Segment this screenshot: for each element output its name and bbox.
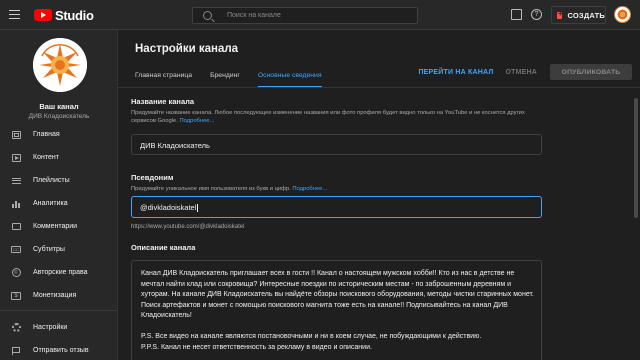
handle-description-text: Придумайте уникальное имя пользователя и… xyxy=(131,186,293,192)
tab-home-page[interactable]: Главная страница xyxy=(135,68,192,88)
settings-form: Название канала Придумайте название кана… xyxy=(118,88,640,360)
channel-name-more-link[interactable]: Подробнее... xyxy=(179,118,214,124)
create-label: СОЗДАТЬ xyxy=(567,10,605,20)
sidebar-item-copyright[interactable]: © Авторские права xyxy=(0,261,118,284)
sidebar-item-label: Плейлисты xyxy=(33,177,70,184)
search-input[interactable] xyxy=(227,12,407,19)
handle-more-link[interactable]: Подробнее... xyxy=(292,186,327,192)
sidebar-item-label: Настройки xyxy=(33,324,68,331)
channel-url[interactable]: https://www.youtube.com/@divkladoiskatel xyxy=(131,224,244,230)
sidebar-item-label: Отправить отзыв xyxy=(33,347,89,354)
search-box[interactable] xyxy=(192,7,418,24)
sidebar-item-subtitles[interactable]: CC Субтитры xyxy=(0,238,118,261)
scrollbar[interactable] xyxy=(634,98,638,218)
sidebar-item-label: Монетизация xyxy=(33,292,77,299)
report-feedback-icon[interactable] xyxy=(511,9,522,20)
logo-text: Studio xyxy=(55,7,94,23)
sidebar-item-send-feedback[interactable]: Отправить отзыв xyxy=(0,339,118,360)
dollar-glyph: $ xyxy=(11,291,21,300)
search-icon[interactable] xyxy=(203,11,212,20)
channel-avatar[interactable] xyxy=(33,38,87,92)
channel-name: ДИВ Кладоискатель xyxy=(28,113,90,120)
go-to-channel-button[interactable]: ПЕРЕЙТИ НА КАНАЛ xyxy=(418,69,493,76)
settings-tabs: Главная страница Брендинг Основные сведе… xyxy=(135,68,340,88)
cancel-button[interactable]: ОТМЕНА xyxy=(505,69,537,76)
content-icon xyxy=(11,153,21,162)
create-button[interactable]: СОЗДАТЬ xyxy=(551,6,606,24)
help-icon[interactable]: ? xyxy=(531,9,542,20)
description-field[interactable]: Канал ДИВ Кладоискатель приглашает всех … xyxy=(131,260,542,360)
copyright-glyph: © xyxy=(11,268,21,277)
your-channel-label: Ваш канал xyxy=(39,102,79,111)
send-feedback-icon xyxy=(11,346,21,355)
sidebar-divider xyxy=(0,310,118,311)
sidebar-item-label: Контент xyxy=(33,154,59,161)
dashboard-icon xyxy=(11,130,21,139)
sidebar-item-content[interactable]: Контент xyxy=(0,146,118,169)
sidebar-item-label: Авторские права xyxy=(33,269,88,276)
text-caret xyxy=(197,204,199,213)
header-actions: ПЕРЕЙТИ НА КАНАЛ ОТМЕНА ОПУБЛИКОВАТЬ xyxy=(418,62,640,82)
handle-description: Придумайте уникальное имя пользователя и… xyxy=(131,185,541,193)
publish-button[interactable]: ОПУБЛИКОВАТЬ xyxy=(550,64,632,80)
sidebar-item-dashboard[interactable]: Главная xyxy=(0,123,118,146)
tab-basic-info[interactable]: Основные сведения xyxy=(257,68,322,88)
top-bar: Studio ? СОЗДАТЬ xyxy=(0,0,640,30)
sidebar-item-monetization[interactable]: $ Монетизация xyxy=(0,284,118,307)
handle-value-wrapper[interactable]: @divkladoiskatel xyxy=(140,203,199,213)
copyright-icon: © xyxy=(11,268,21,277)
sidebar-item-comments[interactable]: Комментарии xyxy=(0,215,118,238)
channel-name-description: Придумайте название канала. Любое послед… xyxy=(131,109,541,125)
youtube-logo-icon xyxy=(34,9,52,21)
sidebar-nav: Главная Контент Плейлисты Аналитика Комм… xyxy=(0,123,118,360)
hamburger-menu-icon[interactable] xyxy=(9,10,20,19)
description-title: Описание канала xyxy=(131,243,196,252)
settings-icon xyxy=(11,323,21,332)
channel-name-title: Название канала xyxy=(131,97,195,106)
studio-logo[interactable]: Studio xyxy=(34,7,94,23)
settings-panel: Настройки канала Главная страница Бренди… xyxy=(118,30,640,360)
channel-name-value[interactable]: ДИВ Кладоискатель xyxy=(140,141,210,150)
channel-name-field[interactable]: ДИВ Кладоискатель xyxy=(131,134,542,155)
create-video-icon xyxy=(557,9,563,19)
sidebar-item-playlists[interactable]: Плейлисты xyxy=(0,169,118,192)
account-avatar[interactable] xyxy=(614,6,631,23)
sidebar: Ваш канал ДИВ Кладоискатель Главная Конт… xyxy=(0,30,118,360)
handle-field[interactable]: @divkladoiskatel xyxy=(131,196,542,218)
monetization-icon: $ xyxy=(11,291,21,300)
sidebar-item-settings[interactable]: Настройки xyxy=(0,316,118,339)
cc-glyph: CC xyxy=(11,246,21,253)
description-text[interactable]: Канал ДИВ Кладоискатель приглашает всех … xyxy=(141,269,534,353)
subtitles-icon: CC xyxy=(11,245,21,254)
playlists-icon xyxy=(11,176,21,185)
sidebar-item-label: Субтитры xyxy=(33,246,65,253)
comments-icon xyxy=(11,222,21,231)
sidebar-item-label: Аналитика xyxy=(33,200,68,207)
handle-title: Псевдоним xyxy=(131,173,174,182)
channel-logo-icon xyxy=(33,38,87,92)
tab-branding[interactable]: Брендинг xyxy=(210,68,240,88)
sidebar-item-label: Главная xyxy=(33,131,60,138)
analytics-icon xyxy=(11,199,21,208)
sidebar-item-analytics[interactable]: Аналитика xyxy=(0,192,118,215)
handle-value[interactable]: @divkladoiskatel xyxy=(140,203,196,212)
sidebar-item-label: Комментарии xyxy=(33,223,78,230)
page-title: Настройки канала xyxy=(135,43,239,55)
